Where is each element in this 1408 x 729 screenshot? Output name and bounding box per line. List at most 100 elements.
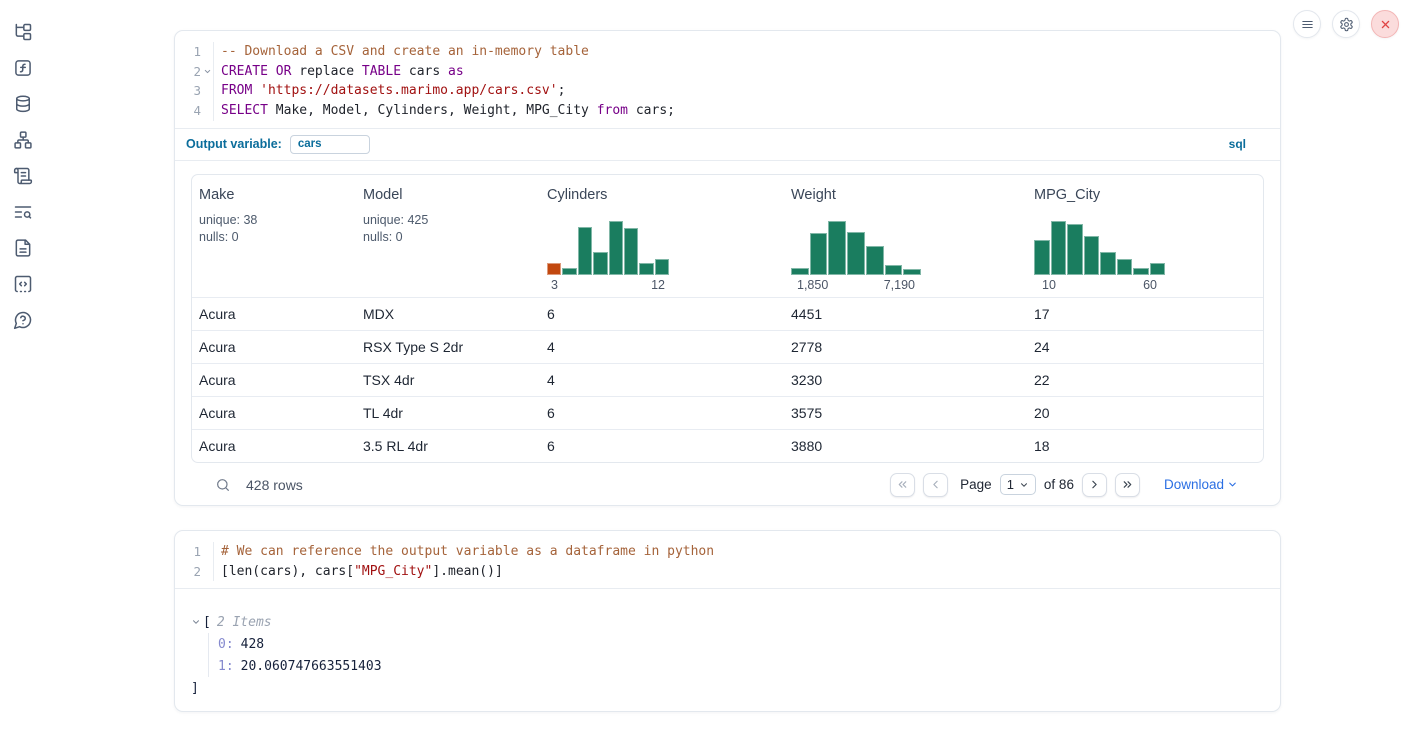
sidebar-button-data-sources[interactable] xyxy=(13,94,33,114)
menu-button[interactable] xyxy=(1293,10,1321,38)
histogram-bar xyxy=(655,259,669,275)
table-cell: 22 xyxy=(1027,372,1263,388)
histogram-bar xyxy=(1100,252,1116,274)
axis-min-label: 3 xyxy=(551,278,558,292)
items-count-label: 2 Items xyxy=(217,615,272,630)
unique-count: unique: 38 xyxy=(199,212,348,229)
sidebar-button-help[interactable] xyxy=(13,310,33,330)
chevron-down-icon xyxy=(1019,480,1029,490)
column-header-Model[interactable]: Modelunique: 425nulls: 0 xyxy=(356,175,540,297)
table-body: AcuraMDX6445117AcuraRSX Type S 2dr427782… xyxy=(192,297,1263,462)
sidebar-button-file-explorer[interactable] xyxy=(13,22,33,42)
page-select[interactable]: 1 xyxy=(1000,474,1036,495)
line-number: 4 xyxy=(175,101,201,121)
code-line: 4 SELECT Make, Model, Cylinders, Weight, … xyxy=(175,101,1280,121)
python-output-tree: [ 2 Items 0:4281:20.060747663551403 ] xyxy=(175,589,1280,713)
null-count: nulls: 0 xyxy=(199,229,348,246)
axis-min-label: 10 xyxy=(1042,278,1056,292)
output-variable-row: Output variable: sql xyxy=(175,129,1280,160)
column-header-Weight[interactable]: Weight1,8507,190 xyxy=(784,175,1027,297)
axis-max-label: 12 xyxy=(651,278,665,292)
token-com: -- Download a CSV and create an in-memor… xyxy=(221,44,589,59)
download-button[interactable]: Download xyxy=(1164,477,1238,492)
column-stats: unique: 38nulls: 0 xyxy=(199,212,348,246)
next-page-button[interactable] xyxy=(1082,473,1107,497)
code-text: [len(cars), cars["MPG_City"].mean()] xyxy=(214,562,503,582)
token-pl xyxy=(268,64,276,79)
chevron-down-icon xyxy=(1227,479,1238,490)
sidebar-button-dependency-graph[interactable] xyxy=(13,130,33,150)
code-text: CREATE OR replace TABLE cars as xyxy=(214,62,464,82)
axis-max-label: 60 xyxy=(1143,278,1157,292)
fold-chevron-icon[interactable] xyxy=(201,62,214,82)
line-number: 2 xyxy=(175,62,201,82)
output-variable-input[interactable] xyxy=(290,135,370,154)
histogram-bar xyxy=(866,246,884,275)
column-name: MPG_City xyxy=(1034,187,1255,203)
table-row: Acura3.5 RL 4dr6388018 xyxy=(192,429,1263,462)
histogram-axis-labels: 3 12 xyxy=(547,278,669,292)
sidebar-button-scratchpad-search[interactable] xyxy=(13,202,33,222)
column-header-Make[interactable]: Makeunique: 38nulls: 0 xyxy=(192,175,356,297)
text-search-icon xyxy=(13,202,33,222)
sql-output-section: Makeunique: 38nulls: 0Modelunique: 425nu… xyxy=(175,161,1280,507)
previous-page-button[interactable] xyxy=(923,473,948,497)
python-cell: 1# We can reference the output variable … xyxy=(174,530,1281,712)
token-kw: CREATE xyxy=(221,64,268,79)
page-total-label: of 86 xyxy=(1044,477,1074,492)
settings-button[interactable] xyxy=(1332,10,1360,38)
collapse-chevron-icon[interactable] xyxy=(191,617,203,627)
sidebar-button-variables[interactable] xyxy=(13,58,33,78)
table-cell: 3.5 RL 4dr xyxy=(356,438,540,454)
gutter-spacer xyxy=(201,542,214,562)
item-value: 428 xyxy=(241,637,264,652)
last-page-button[interactable] xyxy=(1115,473,1140,497)
sidebar xyxy=(0,0,46,729)
search-icon[interactable] xyxy=(215,477,231,493)
token-pl: replace xyxy=(291,64,361,79)
shutdown-button[interactable] xyxy=(1371,10,1399,38)
sidebar-button-logs[interactable] xyxy=(13,166,33,186)
histogram-bar xyxy=(609,221,623,275)
table-cell: Acura xyxy=(192,339,356,355)
menu-icon xyxy=(1300,17,1315,32)
data-table: Makeunique: 38nulls: 0Modelunique: 425nu… xyxy=(191,174,1264,463)
histogram-bar xyxy=(1034,240,1050,275)
token-pl: ].mean()] xyxy=(432,564,502,579)
column-header-Cylinders[interactable]: Cylinders312 xyxy=(540,175,784,297)
chevron-left-icon xyxy=(929,478,942,491)
table-cell: Acura xyxy=(192,438,356,454)
code-text: SELECT Make, Model, Cylinders, Weight, M… xyxy=(214,101,675,121)
column-header-MPG_City[interactable]: MPG_City 10 60 xyxy=(1027,175,1263,297)
histogram-bar xyxy=(1067,224,1083,274)
topbar-actions xyxy=(1293,10,1399,38)
gear-icon xyxy=(1339,17,1354,32)
token-kw: OR xyxy=(276,64,292,79)
language-badge[interactable]: sql xyxy=(1229,137,1246,151)
column-stats: unique: 425nulls: 0 xyxy=(363,212,532,246)
item-key: 1: xyxy=(218,659,234,674)
gutter-spacer xyxy=(201,562,214,582)
chevron-right-icon xyxy=(1088,478,1101,491)
first-page-button[interactable] xyxy=(890,473,915,497)
sql-code-editor[interactable]: 1-- Download a CSV and create an in-memo… xyxy=(175,31,1280,128)
tree-items: 0:4281:20.060747663551403 xyxy=(208,633,1280,677)
histogram-bar xyxy=(810,233,828,275)
column-name: Weight xyxy=(791,187,1019,203)
token-pl xyxy=(252,83,260,98)
gutter-spacer xyxy=(201,101,214,121)
table-cell: Acura xyxy=(192,372,356,388)
token-kw: SELECT xyxy=(221,103,268,118)
token-pl: Make, Model, Cylinders, Weight, MPG_City xyxy=(268,103,597,118)
sidebar-button-snippets[interactable] xyxy=(13,274,33,294)
database-icon xyxy=(13,94,33,114)
python-code-editor[interactable]: 1# We can reference the output variable … xyxy=(175,531,1280,588)
table-cell: RSX Type S 2dr xyxy=(356,339,540,355)
table-cell: TSX 4dr xyxy=(356,372,540,388)
sidebar-button-documentation[interactable] xyxy=(13,238,33,258)
code-text: -- Download a CSV and create an in-memor… xyxy=(214,42,589,62)
table-cell: 6 xyxy=(540,306,784,322)
page-label: Page xyxy=(960,477,992,492)
code-line: 2 CREATE OR replace TABLE cars as xyxy=(175,62,1280,82)
chevrons-left-icon xyxy=(896,478,909,491)
